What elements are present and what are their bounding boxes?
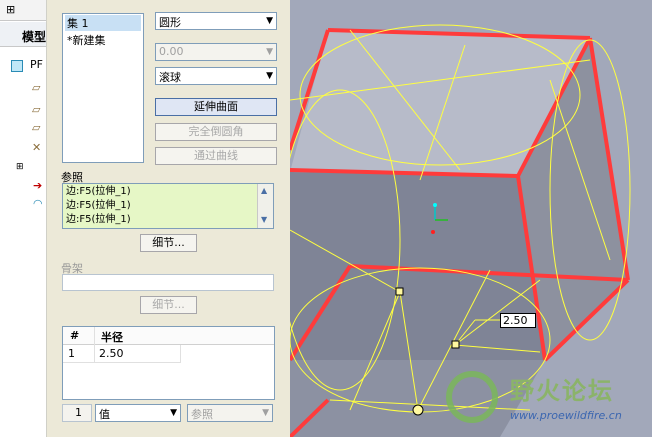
spine-field[interactable] <box>62 274 274 291</box>
cube-front-face <box>290 172 545 360</box>
value-select-value: 0.00 <box>159 45 184 58</box>
model-tree-toolbar: ⊞ <box>0 0 46 21</box>
chevron-down-icon: ▼ <box>266 71 273 81</box>
column-header-index: # <box>70 329 80 342</box>
round-dashboard-panel: 集 1 *新建集 圆形 ▼ 0.00 ▼ 滚球 ▼ 延伸曲面 完全倒圆角 通过曲… <box>46 0 292 437</box>
radius-drag-handle <box>395 287 404 296</box>
graphics-viewport[interactable]: 2.50 野火论坛 www.proewildfire.cn <box>290 0 652 437</box>
tab-model-tree[interactable]: 模型 <box>22 28 46 45</box>
value-mode-select[interactable]: 值 ▼ <box>95 404 181 422</box>
insert-here-arrow-icon[interactable]: ➔ <box>33 180 42 191</box>
list-item[interactable]: 边:F5(拉伸_1) <box>66 199 131 212</box>
sets-list[interactable]: 集 1 *新建集 <box>62 13 144 163</box>
shape-select[interactable]: 圆形 ▼ <box>155 12 277 30</box>
full-round-button[interactable]: 完全倒圆角 <box>155 123 277 141</box>
references-list[interactable]: 边:F5(拉伸_1) 边:F5(拉伸_1) 边:F5(拉伸_1) ▲ ▼ <box>62 183 274 229</box>
chevron-down-icon: ▼ <box>170 408 177 418</box>
radius-table: # 半径 1 2.50 <box>62 326 275 400</box>
column-divider <box>180 345 181 362</box>
model-tree-strip: ⊞ 模型 PF ▱ ▱ ▱ ✕ ⊞ ➔ ◠ <box>0 0 47 437</box>
radius-dimension-label[interactable]: 2.50 <box>500 313 536 328</box>
anchor-handle <box>412 404 424 416</box>
part-icon <box>11 60 23 72</box>
scroll-down-icon[interactable]: ▼ <box>261 215 267 224</box>
list-item-set-1[interactable]: 集 1 <box>65 15 141 31</box>
cell-radius[interactable]: 2.50 <box>99 347 124 360</box>
tree-options-icon[interactable]: ⊞ <box>6 3 15 16</box>
method-select-value: 滚球 <box>159 71 181 84</box>
index-field[interactable]: 1 <box>62 404 92 422</box>
list-item[interactable]: 边:F5(拉伸_1) <box>66 213 131 226</box>
cell-index: 1 <box>68 347 75 360</box>
watermark-url: www.proewildfire.cn <box>510 409 622 422</box>
list-item-new-set[interactable]: *新建集 <box>65 32 141 48</box>
list-item[interactable]: 边:F5(拉伸_1) <box>66 185 131 198</box>
datum-plane-icon[interactable]: ▱ <box>32 104 40 115</box>
references-details-button[interactable]: 细节... <box>140 234 197 252</box>
chevron-down-icon: ▼ <box>266 47 273 57</box>
scroll-up-icon[interactable]: ▲ <box>261 186 267 195</box>
shape-select-value: 圆形 <box>159 16 181 29</box>
spine-details-button[interactable]: 细节... <box>140 296 197 314</box>
datum-plane-icon[interactable]: ▱ <box>32 122 40 133</box>
datum-plane-icon[interactable]: ▱ <box>32 82 40 93</box>
watermark-circle-icon <box>446 371 498 423</box>
table-row[interactable]: 1 2.50 <box>63 345 181 363</box>
scrollbar[interactable]: ▲ ▼ <box>257 184 273 228</box>
reference-select[interactable]: 参照 ▼ <box>187 404 273 422</box>
extend-surface-button[interactable]: 延伸曲面 <box>155 98 277 116</box>
value-mode-select-value: 值 <box>99 408 110 421</box>
csys-icon[interactable]: ✕ <box>32 142 41 153</box>
tree-root-label[interactable]: PF <box>30 58 43 71</box>
column-header-radius: 半径 <box>101 331 123 344</box>
through-curve-button[interactable]: 通过曲线 <box>155 147 277 165</box>
watermark-logo: 野火论坛 www.proewildfire.cn <box>440 365 650 437</box>
watermark-title: 野火论坛 <box>510 377 614 405</box>
value-select[interactable]: 0.00 ▼ <box>155 43 277 61</box>
chevron-down-icon: ▼ <box>266 16 273 26</box>
round-feature-icon[interactable]: ◠ <box>33 198 43 209</box>
method-select[interactable]: 滚球 ▼ <box>155 67 277 85</box>
reference-select-value: 参照 <box>191 408 213 421</box>
column-divider <box>94 327 95 362</box>
radius-drag-handle <box>451 340 460 349</box>
expand-toggle-icon[interactable]: ⊞ <box>16 162 24 173</box>
index-field-value: 1 <box>75 406 82 419</box>
chevron-down-icon: ▼ <box>262 408 269 418</box>
